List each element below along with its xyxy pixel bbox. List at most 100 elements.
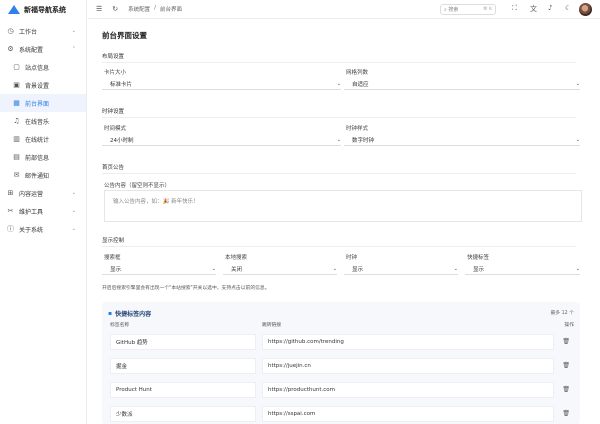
- chart-icon: ▥: [13, 135, 20, 143]
- quick-tags-title-text: 快捷标签内容: [115, 311, 152, 318]
- chevron-down-icon: ⌄: [575, 81, 580, 87]
- translate-icon[interactable]: 文: [530, 4, 537, 14]
- sidebar-item-background[interactable]: ▣ 背景设置: [0, 76, 86, 94]
- sidebar-item-music[interactable]: ♫ 在线音乐: [0, 112, 86, 130]
- quick-tags-count: 最多 12 个: [550, 311, 574, 316]
- column-header-action: 操作: [564, 323, 574, 328]
- sidebar-item-label: 在线统计: [25, 136, 50, 144]
- refresh-icon[interactable]: ↻: [112, 5, 118, 13]
- column-header-url: 跳转链接: [262, 323, 282, 328]
- sidebar-item-system-config[interactable]: ⚙ 系统配置 ⌃: [0, 40, 86, 58]
- table-row: 少数派 https://sspai.com 🗑: [110, 406, 572, 422]
- gear-icon: ⚙: [7, 45, 14, 53]
- chevron-down-icon: ⌄: [336, 81, 341, 87]
- tag-name-input[interactable]: Product Hunt: [110, 382, 256, 398]
- sidebar-nav: ◷ 工作台 ⌄ ⚙ 系统配置 ⌃ ▢ 站点信息 ▣ 背景设置 ▦ 前台界面 ♫ …: [0, 22, 86, 238]
- trash-icon[interactable]: 🗑: [562, 410, 570, 417]
- tag-url-input[interactable]: https://juejin.cn: [262, 358, 554, 374]
- columns-select[interactable]: 自适应 ⌄: [344, 79, 580, 90]
- sidebar-item-label: 站点信息: [25, 64, 50, 72]
- fullscreen-icon[interactable]: ⛶: [512, 4, 517, 13]
- bell-icon[interactable]: ♪: [548, 4, 552, 12]
- app-title: 新福导航系统: [24, 5, 66, 14]
- sidebar-item-site-info[interactable]: ▢ 站点信息: [0, 58, 86, 76]
- tag-name-input[interactable]: 少数派: [110, 406, 256, 422]
- tag-url-input[interactable]: https://producthunt.com: [262, 382, 554, 398]
- clock-style-value: 数字时钟: [352, 138, 375, 144]
- search-placeholder: 搜索: [448, 7, 459, 13]
- search-shortcut: ⌘ K: [483, 7, 492, 12]
- mountain-logo-icon: [8, 5, 20, 14]
- breadcrumb-separator: /: [154, 5, 157, 11]
- sidebar-item-label: 内容运营: [19, 190, 44, 198]
- sidebar-item-label: 系统配置: [19, 46, 44, 54]
- breadcrumb-item[interactable]: 系统配置: [128, 5, 150, 13]
- columns-label: 网格列数: [346, 70, 369, 76]
- tag-url-input[interactable]: https://github.com/trending: [262, 334, 554, 350]
- chevron-down-icon: ⌄: [336, 137, 341, 143]
- app-logo[interactable]: 新福导航系统: [0, 0, 86, 19]
- grid-icon: ⊞: [7, 189, 14, 197]
- divider: [102, 117, 576, 118]
- sidebar-item-label: 前台界面: [25, 100, 50, 108]
- trash-icon[interactable]: 🗑: [562, 386, 570, 393]
- sidebar-item-footer-info[interactable]: ▤ 前部信息: [0, 148, 86, 166]
- columns-value: 自适应: [352, 82, 369, 88]
- display-hint: 开启后搜索引擎里会有出现一个"本站搜索"开关以选中，支持点击以前的信息。: [102, 286, 270, 291]
- trash-icon[interactable]: 🗑: [562, 338, 570, 345]
- sidebar-item-about[interactable]: ⓘ 关于系统 ⌄: [0, 220, 86, 238]
- chevron-down-icon: ⌄: [575, 137, 580, 143]
- quick-tags-card: ▪ 快捷标签内容 最多 12 个 标签名称 跳转链接 操作 GitHub 趋势 …: [102, 302, 580, 424]
- table-row: 掘金 https://juejin.cn 🗑: [110, 358, 572, 374]
- tag-url-input[interactable]: https://sspai.com: [262, 406, 554, 422]
- announcement-textarea[interactable]: 输入公告内容，如：🎉 新年快乐！: [104, 190, 582, 222]
- clock-style-select[interactable]: 数字时钟 ⌄: [344, 135, 580, 146]
- divider: [102, 173, 576, 174]
- chevron-down-icon: ⌄: [71, 208, 76, 214]
- sidebar-item-stats[interactable]: ▥ 在线统计: [0, 130, 86, 148]
- announcement-placeholder: 输入公告内容，如：🎉 新年快乐！: [113, 199, 199, 205]
- info-icon: ⓘ: [7, 225, 14, 233]
- divider: [102, 62, 576, 63]
- moon-icon[interactable]: ☾: [565, 4, 571, 12]
- doc-icon: ▢: [13, 63, 20, 71]
- sidebar-item-frontend[interactable]: ▦ 前台界面: [0, 94, 86, 112]
- card-size-label: 卡片大小: [104, 70, 127, 76]
- top-header: ☰ ↻ 系统配置 / 前台界面: [88, 0, 600, 19]
- mail-icon: ✉: [13, 171, 20, 179]
- sidebar-item-maintenance[interactable]: ✂ 维护工具 ⌄: [0, 202, 86, 220]
- menu-toggle-icon[interactable]: ☰: [96, 5, 102, 13]
- time-mode-select[interactable]: 24小时制 ⌄: [102, 135, 341, 146]
- page-title: 前台界面设置: [102, 31, 147, 40]
- table-row: Product Hunt https://producthunt.com 🗑: [110, 382, 572, 398]
- music-icon: ♫: [13, 117, 20, 125]
- sidebar-item-mail[interactable]: ✉ 邮件通知: [0, 166, 86, 184]
- search-input[interactable]: ⌕ 搜索 ⌘ K: [440, 4, 496, 15]
- tag-name-input[interactable]: 掘金: [110, 358, 256, 374]
- clock-style-label: 时钟样式: [346, 126, 369, 132]
- chevron-down-icon: ⌄: [71, 226, 76, 232]
- breadcrumb-item: 前台界面: [160, 7, 183, 13]
- sidebar-item-content[interactable]: ⊞ 内容运营 ⌄: [0, 184, 86, 202]
- card-size-select[interactable]: 标准卡片 ⌄: [102, 79, 341, 90]
- sidebar: 新福导航系统 ◷ 工作台 ⌄ ⚙ 系统配置 ⌃ ▢ 站点信息 ▣ 背景设置 ▦ …: [0, 0, 87, 424]
- column-header-name: 标签名称: [110, 323, 130, 328]
- info-icon: ▤: [13, 153, 20, 161]
- chevron-down-icon: ⌄: [71, 190, 76, 196]
- section-title-layout: 布局设置: [102, 54, 125, 60]
- sidebar-item-label: 关于系统: [19, 226, 44, 234]
- sidebar-item-label: 在线音乐: [25, 118, 50, 126]
- avatar[interactable]: [579, 3, 592, 16]
- sidebar-item-label: 背景设置: [25, 82, 50, 90]
- tag-name-input[interactable]: GitHub 趋势: [110, 334, 256, 350]
- trash-icon[interactable]: 🗑: [562, 362, 570, 369]
- chevron-down-icon: ⌄: [71, 28, 76, 34]
- section-title-announcement: 首页公告: [102, 165, 125, 171]
- quick-tags-title: ▪ 快捷标签内容: [108, 309, 151, 318]
- image-icon: ▣: [13, 81, 20, 89]
- table-row: GitHub 趋势 https://github.com/trending 🗑: [110, 334, 572, 350]
- time-mode-value: 24小时制: [110, 138, 134, 144]
- announcement-label: 公告内容（留空则不显示）: [104, 183, 171, 189]
- sidebar-item-dashboard[interactable]: ◷ 工作台 ⌄: [0, 22, 86, 40]
- sidebar-item-label: 工作台: [19, 28, 38, 36]
